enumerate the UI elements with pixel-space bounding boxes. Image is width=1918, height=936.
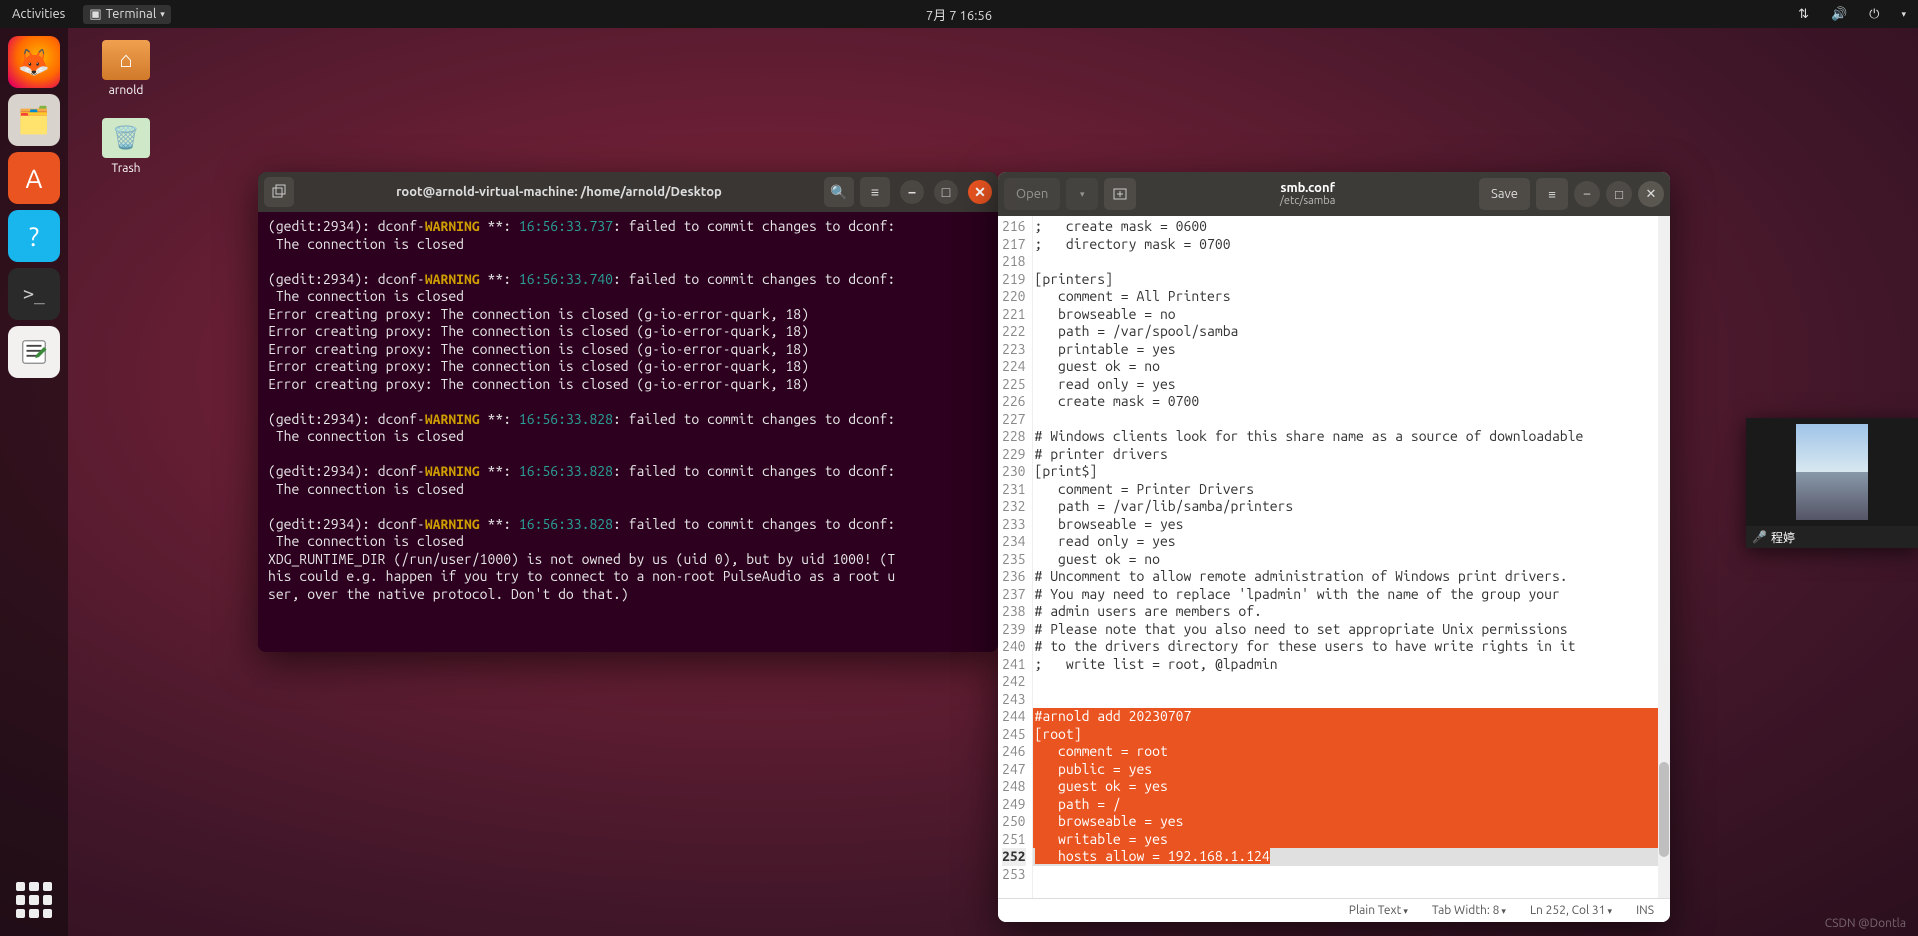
open-button[interactable]: Open — [1004, 178, 1060, 210]
document-path: /etc/samba — [1142, 195, 1473, 207]
chevron-down-icon: ▾ — [160, 9, 165, 20]
network-icon[interactable]: ⇅ — [1794, 7, 1813, 22]
dock-files[interactable]: 🗂️ — [8, 94, 60, 146]
code-area[interactable]: ; create mask = 0600; directory mask = 0… — [1033, 216, 1670, 898]
desktop-icon-label: Trash — [92, 162, 160, 175]
maximize-button[interactable]: □ — [1606, 181, 1632, 207]
dock-help[interactable]: ? — [8, 210, 60, 262]
terminal-window: root@arnold-virtual-machine: /home/arnol… — [258, 172, 998, 652]
desktop-icon-label: arnold — [92, 84, 160, 97]
watermark: CSDN @Dontla — [1825, 917, 1906, 930]
gedit-window: Open ▾ smb.conf /etc/samba Save ≡ – □ ✕ … — [998, 172, 1670, 922]
caller-thumbnail — [1796, 424, 1868, 520]
app-menu-label: Terminal — [106, 7, 157, 21]
desktop-folder-arnold[interactable]: ⌂ arnold — [92, 40, 160, 97]
close-button[interactable]: ✕ — [968, 180, 992, 204]
menu-icon: ≡ — [1548, 187, 1556, 202]
gnome-top-bar: Activities ▣ Terminal ▾ 7月 7 16:56 ⇅ 🔊 ⏻… — [0, 0, 1918, 28]
cursor-position[interactable]: Ln 252, Col 31 — [1530, 904, 1612, 917]
dock-text-editor[interactable] — [8, 326, 60, 378]
dock-firefox[interactable]: 🦊 — [8, 36, 60, 88]
gedit-title: smb.conf /etc/samba — [1142, 181, 1473, 207]
syntax-mode-selector[interactable]: Plain Text — [1349, 904, 1408, 917]
activities-button[interactable]: Activities — [8, 7, 69, 21]
new-tab-button[interactable] — [1104, 178, 1136, 210]
line-number-gutter: 2162172182192202212222232242252262272282… — [998, 216, 1033, 898]
minimize-button[interactable]: – — [1574, 181, 1600, 207]
document-title: smb.conf — [1142, 181, 1473, 195]
show-applications-button[interactable] — [10, 876, 58, 924]
trash-icon: 🗑️ — [102, 118, 150, 158]
save-button[interactable]: Save — [1479, 178, 1530, 210]
gedit-statusbar: Plain Text Tab Width: 8 Ln 252, Col 31 I… — [998, 898, 1670, 922]
close-button[interactable]: ✕ — [1638, 181, 1664, 207]
open-recent-button[interactable]: ▾ — [1066, 178, 1098, 210]
terminal-titlebar[interactable]: root@arnold-virtual-machine: /home/arnol… — [258, 172, 998, 212]
maximize-button[interactable]: □ — [934, 180, 958, 204]
menu-icon: ≡ — [871, 184, 879, 200]
terminal-icon: ▣ — [89, 7, 101, 22]
vertical-scrollbar[interactable] — [1658, 216, 1670, 898]
terminal-output[interactable]: (gedit:2934): dconf-WARNING **: 16:56:33… — [258, 212, 998, 652]
tab-width-selector[interactable]: Tab Width: 8 — [1432, 904, 1506, 917]
power-icon[interactable]: ⏻ — [1865, 7, 1883, 22]
home-folder-icon: ⌂ — [102, 40, 150, 80]
dock-software[interactable]: A — [8, 152, 60, 204]
system-menu-chevron-icon[interactable]: ▾ — [1897, 9, 1910, 20]
video-call-overlay[interactable]: 🎤 程婷 — [1746, 418, 1918, 548]
gedit-text-view[interactable]: 2162172182192202212222232242252262272282… — [998, 216, 1670, 898]
app-menu[interactable]: ▣ Terminal ▾ — [83, 5, 170, 24]
new-tab-button[interactable] — [264, 177, 294, 207]
mic-icon: 🎤 — [1752, 530, 1767, 544]
gedit-headerbar[interactable]: Open ▾ smb.conf /etc/samba Save ≡ – □ ✕ — [998, 172, 1670, 216]
insert-mode: INS — [1636, 904, 1654, 917]
caller-name: 程婷 — [1771, 529, 1795, 546]
desktop-trash[interactable]: 🗑️ Trash — [92, 118, 160, 175]
terminal-title: root@arnold-virtual-machine: /home/arnol… — [300, 185, 818, 199]
dock-terminal[interactable]: >_ — [8, 268, 60, 320]
hamburger-menu-button[interactable]: ≡ — [860, 177, 890, 207]
minimize-button[interactable]: – — [900, 180, 924, 204]
caller-bar: 🎤 程婷 — [1746, 526, 1918, 548]
hamburger-menu-button[interactable]: ≡ — [1536, 178, 1568, 210]
search-icon: 🔍 — [830, 184, 847, 201]
search-button[interactable]: 🔍 — [824, 177, 854, 207]
volume-icon[interactable]: 🔊 — [1827, 7, 1851, 22]
chevron-down-icon: ▾ — [1080, 189, 1085, 200]
clock[interactable]: 7月 7 16:56 — [922, 5, 996, 24]
ubuntu-dock: 🦊 🗂️ A ? >_ — [0, 28, 68, 936]
